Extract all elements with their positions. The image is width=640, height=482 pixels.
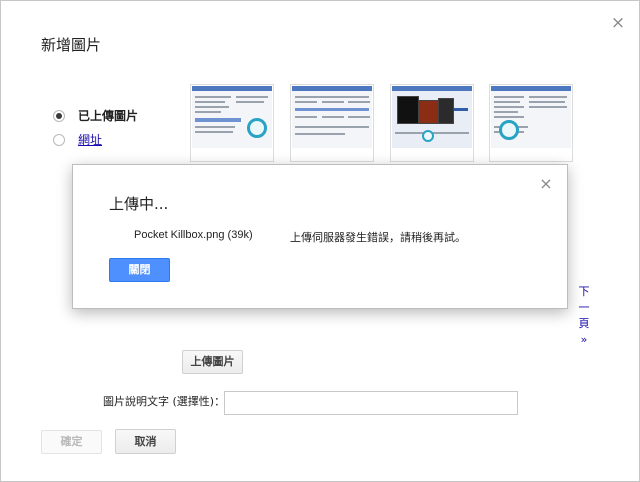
radio-label-uploaded[interactable]: 已上傳圖片 [78,107,138,124]
radio-button-unchecked[interactable] [53,133,65,146]
upload-error-message: 上傳伺服器發生錯誤，請稍後再試。 [290,231,466,244]
image-thumbnail[interactable] [190,84,274,162]
dialog-title: 新增圖片 [41,36,102,54]
next-page-char[interactable]: 頁 [578,316,590,332]
ok-button[interactable]: 確定 [41,430,102,454]
modal-close-button[interactable]: 關閉 [109,258,170,282]
close-icon[interactable]: × [539,176,553,192]
radio-option-url[interactable]: 網址 [53,131,102,148]
caption-input[interactable] [224,391,518,415]
upload-image-button[interactable]: 上傳圖片 [182,350,243,374]
image-thumbnail[interactable] [390,84,474,162]
image-thumbnail[interactable] [489,84,573,162]
chevron-right-icon[interactable]: » [578,332,590,348]
radio-button-checked[interactable] [53,109,65,122]
upload-file-name: Pocket Killbox.png (39k) [134,229,253,241]
caption-label: 圖片說明文字 (選擇性)： [103,395,226,408]
image-thumbnail[interactable] [290,84,374,162]
thumbnail-image [192,86,272,148]
next-page-link[interactable]: 下 一 頁 » [578,284,590,348]
radio-label-url[interactable]: 網址 [78,131,102,148]
thumbnail-image [392,86,472,148]
thumbnail-image [491,86,571,148]
modal-title: 上傳中... [109,195,169,213]
next-page-char[interactable]: 一 [578,300,590,316]
close-icon[interactable]: × [610,15,626,32]
cancel-button[interactable]: 取消 [115,429,176,454]
next-page-char[interactable]: 下 [578,284,590,300]
thumbnail-image [292,86,372,148]
radio-option-uploaded[interactable]: 已上傳圖片 [53,107,138,124]
upload-modal: 上傳中... × Pocket Killbox.png (39k) 上傳伺服器發… [72,164,568,309]
